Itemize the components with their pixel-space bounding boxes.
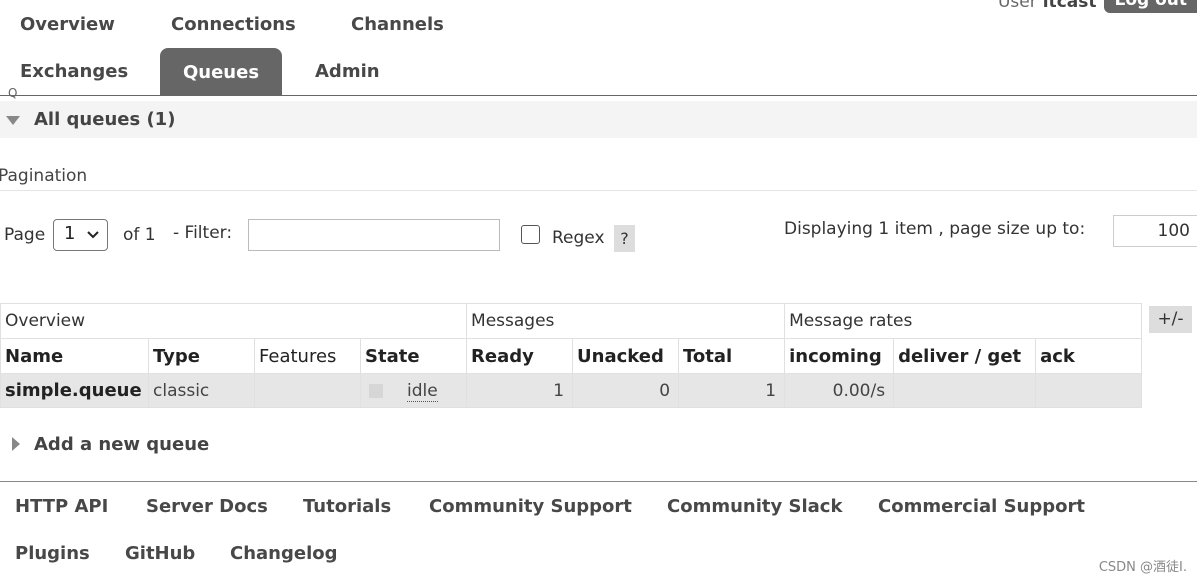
tab-exchanges[interactable]: Exchanges — [20, 61, 128, 82]
filter-label: - Filter: — [173, 223, 233, 243]
queue-deliver-get — [893, 373, 1037, 408]
tab-connections[interactable]: Connections — [171, 14, 296, 35]
display-label: Displaying 1 item , page size up to: — [784, 219, 1086, 239]
queue-features — [254, 373, 361, 408]
column-ready[interactable]: Ready — [466, 338, 574, 374]
state-indicator-icon — [369, 383, 383, 398]
column-name[interactable]: Name — [0, 338, 149, 374]
tab-overview[interactable]: Overview — [20, 14, 115, 35]
queue-incoming: 0.00/s — [784, 373, 895, 408]
page-label: Page — [4, 225, 46, 245]
user-label: User — [997, 0, 1037, 12]
footer-link-server-docs[interactable]: Server Docs — [146, 496, 268, 517]
page-select-value: 1 — [64, 223, 76, 244]
collapse-triangle-icon[interactable] — [6, 116, 20, 125]
user-area: User itcast Log out — [998, 0, 1197, 14]
table-row[interactable]: simple.queue classic idle 1 0 1 0.00/s — [0, 373, 1143, 408]
nav-divider — [0, 95, 1197, 96]
footer-link-community-slack[interactable]: Community Slack — [667, 496, 842, 517]
pagination-title: Pagination — [0, 166, 88, 186]
column-total[interactable]: Total — [678, 338, 786, 374]
tab-admin[interactable]: Admin — [315, 61, 380, 82]
page-of-label: of 1 — [123, 225, 156, 245]
filter-input[interactable] — [248, 219, 500, 251]
group-overview: Overview — [0, 303, 468, 339]
column-deliver-get[interactable]: deliver / get — [893, 338, 1037, 374]
regex-label: Regex — [552, 228, 605, 248]
group-message-rates: Message rates — [784, 303, 1143, 339]
page-size-input[interactable]: 100 — [1113, 215, 1197, 247]
footer-link-commercial-support[interactable]: Commercial Support — [878, 496, 1085, 517]
all-queues-title[interactable]: All queues (1) — [34, 109, 175, 130]
footer-link-tutorials[interactable]: Tutorials — [303, 496, 391, 517]
queue-type: classic — [148, 373, 255, 408]
queue-unacked: 0 — [572, 373, 680, 408]
footer-link-community-support[interactable]: Community Support — [429, 496, 632, 517]
help-button[interactable]: ? — [614, 225, 635, 252]
column-state[interactable]: State — [359, 338, 468, 374]
queue-ready: 1 — [466, 373, 574, 408]
watermark: CSDN @酒徒I. — [1098, 560, 1187, 575]
all-queues-header[interactable] — [0, 101, 1197, 138]
column-features[interactable]: Features — [254, 338, 361, 374]
queues-table: Overview Messages Message rates Name Typ… — [0, 303, 1143, 408]
queue-state: idle — [359, 373, 468, 408]
tab-channels[interactable]: Channels — [351, 14, 444, 35]
logout-button[interactable]: Log out — [1104, 0, 1197, 13]
user-name: itcast — [1042, 0, 1097, 12]
toggle-columns-button[interactable]: +/- — [1149, 306, 1192, 333]
page-select[interactable]: 1 — [53, 219, 108, 251]
queue-state-text: idle — [407, 380, 438, 402]
expand-triangle-icon[interactable] — [12, 437, 20, 451]
page-title-fragment: Q — [8, 86, 18, 100]
footer-link-changelog[interactable]: Changelog — [230, 543, 338, 564]
column-incoming[interactable]: incoming — [784, 338, 895, 374]
footer-link-http-api[interactable]: HTTP API — [15, 496, 108, 517]
regex-checkbox[interactable] — [521, 225, 540, 244]
pagination-divider — [0, 190, 1197, 191]
chevron-down-icon — [87, 231, 99, 239]
queue-name-link[interactable]: simple.queue — [0, 373, 149, 408]
footer-link-github[interactable]: GitHub — [125, 543, 195, 564]
footer-link-plugins[interactable]: Plugins — [15, 543, 90, 564]
tab-queues[interactable]: Queues — [160, 48, 282, 96]
queue-ack — [1035, 373, 1143, 408]
column-unacked[interactable]: Unacked — [572, 338, 680, 374]
group-messages: Messages — [466, 303, 786, 339]
queue-total: 1 — [678, 373, 786, 408]
column-type[interactable]: Type — [148, 338, 255, 374]
add-queue-toggle[interactable]: Add a new queue — [34, 434, 209, 455]
footer-divider — [0, 481, 1197, 482]
column-ack[interactable]: ack — [1035, 338, 1143, 374]
